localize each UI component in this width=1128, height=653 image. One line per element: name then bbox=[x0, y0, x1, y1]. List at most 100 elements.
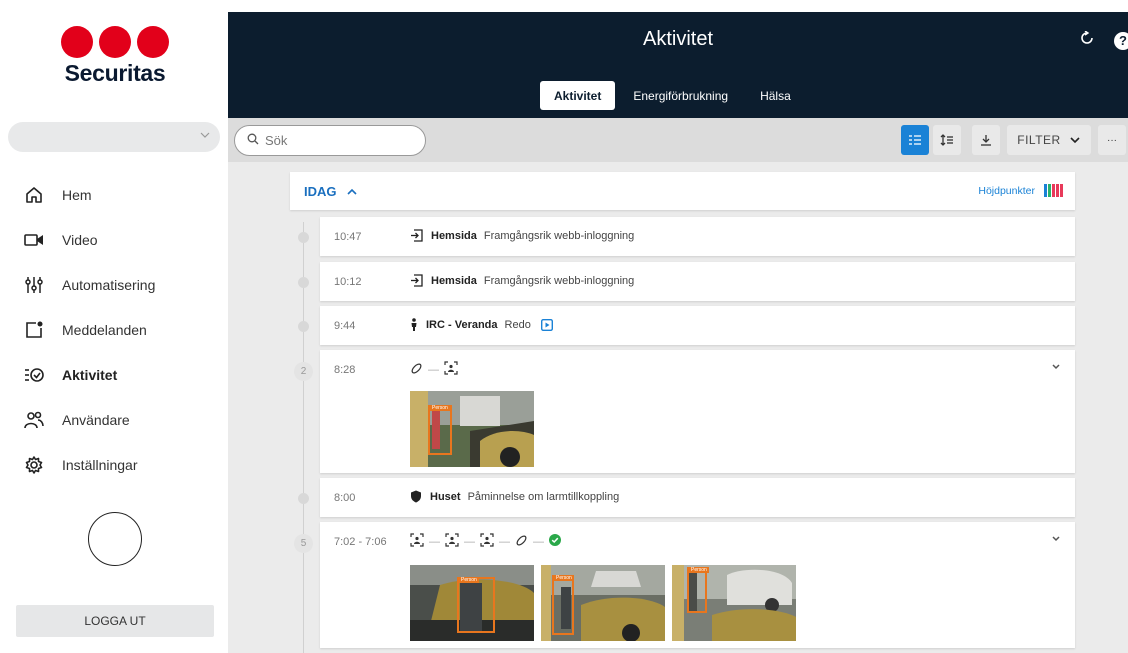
day-label: IDAG bbox=[304, 184, 337, 199]
activity-row[interactable]: 7:02 - 7:06 — — — — Person Person Person bbox=[320, 522, 1075, 648]
motion-sensor-icon bbox=[515, 534, 528, 550]
highlight-bar bbox=[1044, 184, 1047, 197]
activity-icon bbox=[24, 365, 44, 385]
event-time: 10:47 bbox=[334, 231, 362, 243]
person-detected-icon bbox=[444, 361, 458, 378]
event-time: 7:02 - 7:06 bbox=[334, 536, 387, 548]
event-text: Påminnelse om larmtillkoppling bbox=[467, 490, 620, 503]
sidebar-nav: Hem Video Automatisering Meddelanden Akt… bbox=[0, 172, 228, 487]
sidebar-item-aktivitet[interactable]: Aktivitet bbox=[0, 352, 228, 397]
filter-label: FILTER bbox=[1017, 133, 1061, 147]
video-clip-icon[interactable] bbox=[540, 318, 553, 331]
detection-label: Person bbox=[430, 405, 450, 411]
expand-chevron-icon[interactable] bbox=[1051, 362, 1061, 374]
logout-button[interactable]: LOGGA UT bbox=[16, 605, 214, 637]
person-detected-icon bbox=[410, 533, 424, 550]
tab-energiforbrukning[interactable]: Energiförbrukning bbox=[619, 81, 742, 110]
expand-chevron-icon[interactable] bbox=[1051, 534, 1061, 546]
event-time: 8:00 bbox=[334, 492, 356, 504]
gear-icon bbox=[24, 455, 44, 475]
home-icon bbox=[24, 185, 44, 205]
event-time: 9:44 bbox=[334, 320, 356, 332]
timeline-dot bbox=[298, 493, 309, 504]
camera-thumbnail[interactable]: Person bbox=[672, 565, 796, 641]
event-text: Framgångsrik webb-inloggning bbox=[483, 229, 635, 242]
tab-halsa[interactable]: Hälsa bbox=[746, 81, 805, 110]
top-strip bbox=[0, 0, 1128, 12]
download-icon bbox=[981, 135, 991, 146]
download-button[interactable] bbox=[972, 125, 1000, 155]
sidebar-item-meddelanden[interactable]: Meddelanden bbox=[0, 307, 228, 352]
activity-row[interactable]: 10:47 Hemsida Framgångsrik webb-inloggni… bbox=[320, 217, 1075, 256]
event-sequence: — — — — bbox=[410, 533, 561, 550]
person-detection-box bbox=[552, 575, 574, 635]
camera-thumbnail[interactable]: Person bbox=[410, 391, 534, 467]
activity-row[interactable]: 8:00 Huset Påminnelse om larmtillkopplin… bbox=[320, 478, 1075, 517]
sidebar-item-label: Användare bbox=[62, 411, 130, 428]
sidebar-item-label: Inställningar bbox=[62, 456, 138, 473]
refresh-icon[interactable] bbox=[1080, 30, 1094, 50]
users-icon bbox=[24, 410, 44, 430]
event-source: IRC - Veranda bbox=[426, 318, 498, 331]
day-header: IDAG Höjdpunkter bbox=[290, 172, 1075, 210]
event-text: Framgångsrik webb-inloggning bbox=[483, 274, 635, 287]
activity-row[interactable]: 8:28 — Person bbox=[320, 350, 1075, 473]
sidebar-item-hem[interactable]: Hem bbox=[0, 172, 228, 217]
search-placeholder: Sök bbox=[265, 133, 288, 148]
activity-row[interactable]: 10:12 Hemsida Framgångsrik webb-inloggni… bbox=[320, 262, 1075, 301]
securitas-logo[interactable]: Securitas bbox=[60, 26, 170, 86]
event-time: 10:12 bbox=[334, 276, 362, 288]
message-notification-icon bbox=[24, 320, 44, 340]
toolbar: Sök FILTER ··· bbox=[228, 118, 1128, 162]
timeline-dot bbox=[298, 232, 309, 243]
tab-aktivitet[interactable]: Aktivitet bbox=[540, 81, 616, 110]
sidebar-item-video[interactable]: Video bbox=[0, 217, 228, 262]
sliders-icon bbox=[24, 275, 44, 295]
avatar[interactable] bbox=[88, 512, 142, 566]
highlight-bar bbox=[1056, 184, 1059, 197]
login-icon bbox=[410, 274, 423, 287]
sidebar-item-label: Hem bbox=[62, 186, 92, 203]
sidebar-item-label: Automatisering bbox=[62, 276, 156, 293]
highlights-link[interactable]: Höjdpunkter bbox=[978, 185, 1035, 197]
sidebar-item-anvandare[interactable]: Användare bbox=[0, 397, 228, 442]
chevron-up-icon bbox=[347, 188, 357, 195]
sort-icon bbox=[940, 134, 953, 146]
event-source: Hemsida bbox=[431, 229, 477, 242]
event-source: Hemsida bbox=[431, 274, 477, 287]
help-icon[interactable]: ? bbox=[1114, 32, 1128, 50]
timeline-dot bbox=[298, 321, 309, 332]
person-icon bbox=[410, 318, 418, 331]
event-text: Redo bbox=[504, 318, 531, 331]
person-detection-box bbox=[457, 577, 495, 633]
day-toggle[interactable]: IDAG bbox=[304, 184, 357, 199]
site-selector[interactable] bbox=[8, 122, 220, 152]
activity-feed: IDAG Höjdpunkter 10:47 Hemsida Framgångs… bbox=[228, 162, 1128, 653]
sidebar-item-installningar[interactable]: Inställningar bbox=[0, 442, 228, 487]
more-options-button[interactable]: ··· bbox=[1098, 125, 1126, 155]
sidebar: Securitas Hem Video Automatisering Medde… bbox=[0, 12, 228, 653]
camera-thumbnail[interactable]: Person bbox=[541, 565, 665, 641]
filter-button[interactable]: FILTER bbox=[1007, 125, 1091, 155]
camera-thumbnail[interactable]: Person bbox=[410, 565, 534, 641]
search-icon bbox=[247, 133, 259, 148]
event-sequence: — bbox=[410, 361, 458, 378]
chevron-down-icon bbox=[1070, 137, 1080, 144]
chevron-down-icon bbox=[200, 129, 210, 143]
highlight-view-button[interactable] bbox=[901, 125, 929, 155]
highlight-bar bbox=[1048, 184, 1051, 197]
app-header: Aktivitet ? Aktivitet Energiförbrukning … bbox=[228, 12, 1128, 118]
search-input[interactable]: Sök bbox=[234, 125, 426, 156]
person-detected-icon bbox=[445, 533, 459, 550]
logo-dots bbox=[60, 26, 170, 58]
sort-button[interactable] bbox=[933, 125, 961, 155]
logo-wordmark: Securitas bbox=[64, 60, 166, 86]
event-count-badge: 5 bbox=[294, 534, 313, 553]
login-icon bbox=[410, 229, 423, 242]
person-detection-box bbox=[687, 567, 707, 613]
person-detected-icon bbox=[480, 533, 494, 550]
sidebar-item-label: Video bbox=[62, 231, 98, 248]
activity-row[interactable]: 9:44 IRC - Veranda Redo bbox=[320, 306, 1075, 345]
event-count-badge: 2 bbox=[294, 362, 313, 381]
sidebar-item-automatisering[interactable]: Automatisering bbox=[0, 262, 228, 307]
